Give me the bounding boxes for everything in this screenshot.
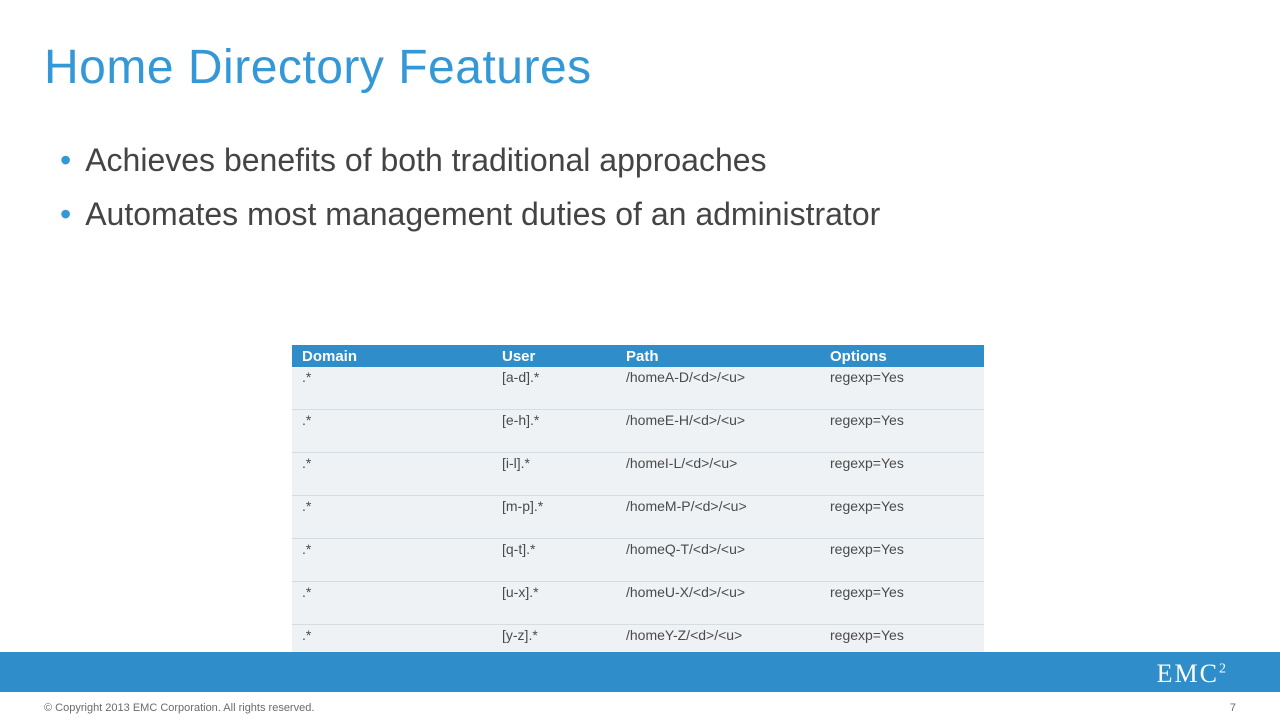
- cell-domain: .*: [292, 367, 492, 410]
- table-row: .* [m-p].* /homeM-P/<d>/<u> regexp=Yes: [292, 496, 984, 539]
- cell-user: [u-x].*: [492, 582, 616, 625]
- cell-domain: .*: [292, 453, 492, 496]
- cell-user: [i-l].*: [492, 453, 616, 496]
- table-row: .* [q-t].* /homeQ-T/<d>/<u> regexp=Yes: [292, 539, 984, 582]
- cell-domain: .*: [292, 539, 492, 582]
- cell-path: /homeM-P/<d>/<u>: [616, 496, 820, 539]
- cell-path: /homeU-X/<d>/<u>: [616, 582, 820, 625]
- page-number: 7: [1230, 702, 1236, 714]
- cell-options: regexp=Yes: [820, 496, 984, 539]
- cell-user: [m-p].*: [492, 496, 616, 539]
- col-header-path: Path: [616, 345, 820, 367]
- emc-logo: EMC2: [1157, 659, 1226, 689]
- cell-user: [e-h].*: [492, 410, 616, 453]
- copyright-text: © Copyright 2013 EMC Corporation. All ri…: [44, 702, 314, 714]
- bullet-dot-icon: •: [60, 194, 71, 234]
- bullet-text: Automates most management duties of an a…: [85, 194, 880, 234]
- cell-path: /homeI-L/<d>/<u>: [616, 453, 820, 496]
- table-row: .* [e-h].* /homeE-H/<d>/<u> regexp=Yes: [292, 410, 984, 453]
- footer-bar: [0, 652, 1280, 692]
- table-header-row: Domain User Path Options: [292, 345, 984, 367]
- cell-options: regexp=Yes: [820, 410, 984, 453]
- table-row: .* [i-l].* /homeI-L/<d>/<u> regexp=Yes: [292, 453, 984, 496]
- cell-options: regexp=Yes: [820, 539, 984, 582]
- bullet-list: • Achieves benefits of both traditional …: [60, 140, 1180, 248]
- cell-options: regexp=Yes: [820, 367, 984, 410]
- cell-domain: .*: [292, 496, 492, 539]
- col-header-domain: Domain: [292, 345, 492, 367]
- logo-sup: 2: [1219, 661, 1226, 676]
- bullet-text: Achieves benefits of both traditional ap…: [85, 140, 766, 180]
- cell-options: regexp=Yes: [820, 453, 984, 496]
- cell-path: /homeQ-T/<d>/<u>: [616, 539, 820, 582]
- logo-text: EMC: [1157, 659, 1219, 688]
- cell-path: /homeE-H/<d>/<u>: [616, 410, 820, 453]
- bullet-item: • Automates most management duties of an…: [60, 194, 1180, 234]
- cell-domain: .*: [292, 410, 492, 453]
- col-header-user: User: [492, 345, 616, 367]
- col-header-options: Options: [820, 345, 984, 367]
- cell-user: [a-d].*: [492, 367, 616, 410]
- slide-title: Home Directory Features: [44, 40, 592, 95]
- cell-user: [q-t].*: [492, 539, 616, 582]
- cell-path: /homeA-D/<d>/<u>: [616, 367, 820, 410]
- bullet-item: • Achieves benefits of both traditional …: [60, 140, 1180, 180]
- slide: Home Directory Features • Achieves benef…: [0, 0, 1280, 720]
- home-dir-table: Domain User Path Options .* [a-d].* /hom…: [292, 345, 984, 667]
- table-row: .* [a-d].* /homeA-D/<d>/<u> regexp=Yes: [292, 367, 984, 410]
- cell-domain: .*: [292, 582, 492, 625]
- cell-options: regexp=Yes: [820, 582, 984, 625]
- bullet-dot-icon: •: [60, 140, 71, 180]
- table-row: .* [u-x].* /homeU-X/<d>/<u> regexp=Yes: [292, 582, 984, 625]
